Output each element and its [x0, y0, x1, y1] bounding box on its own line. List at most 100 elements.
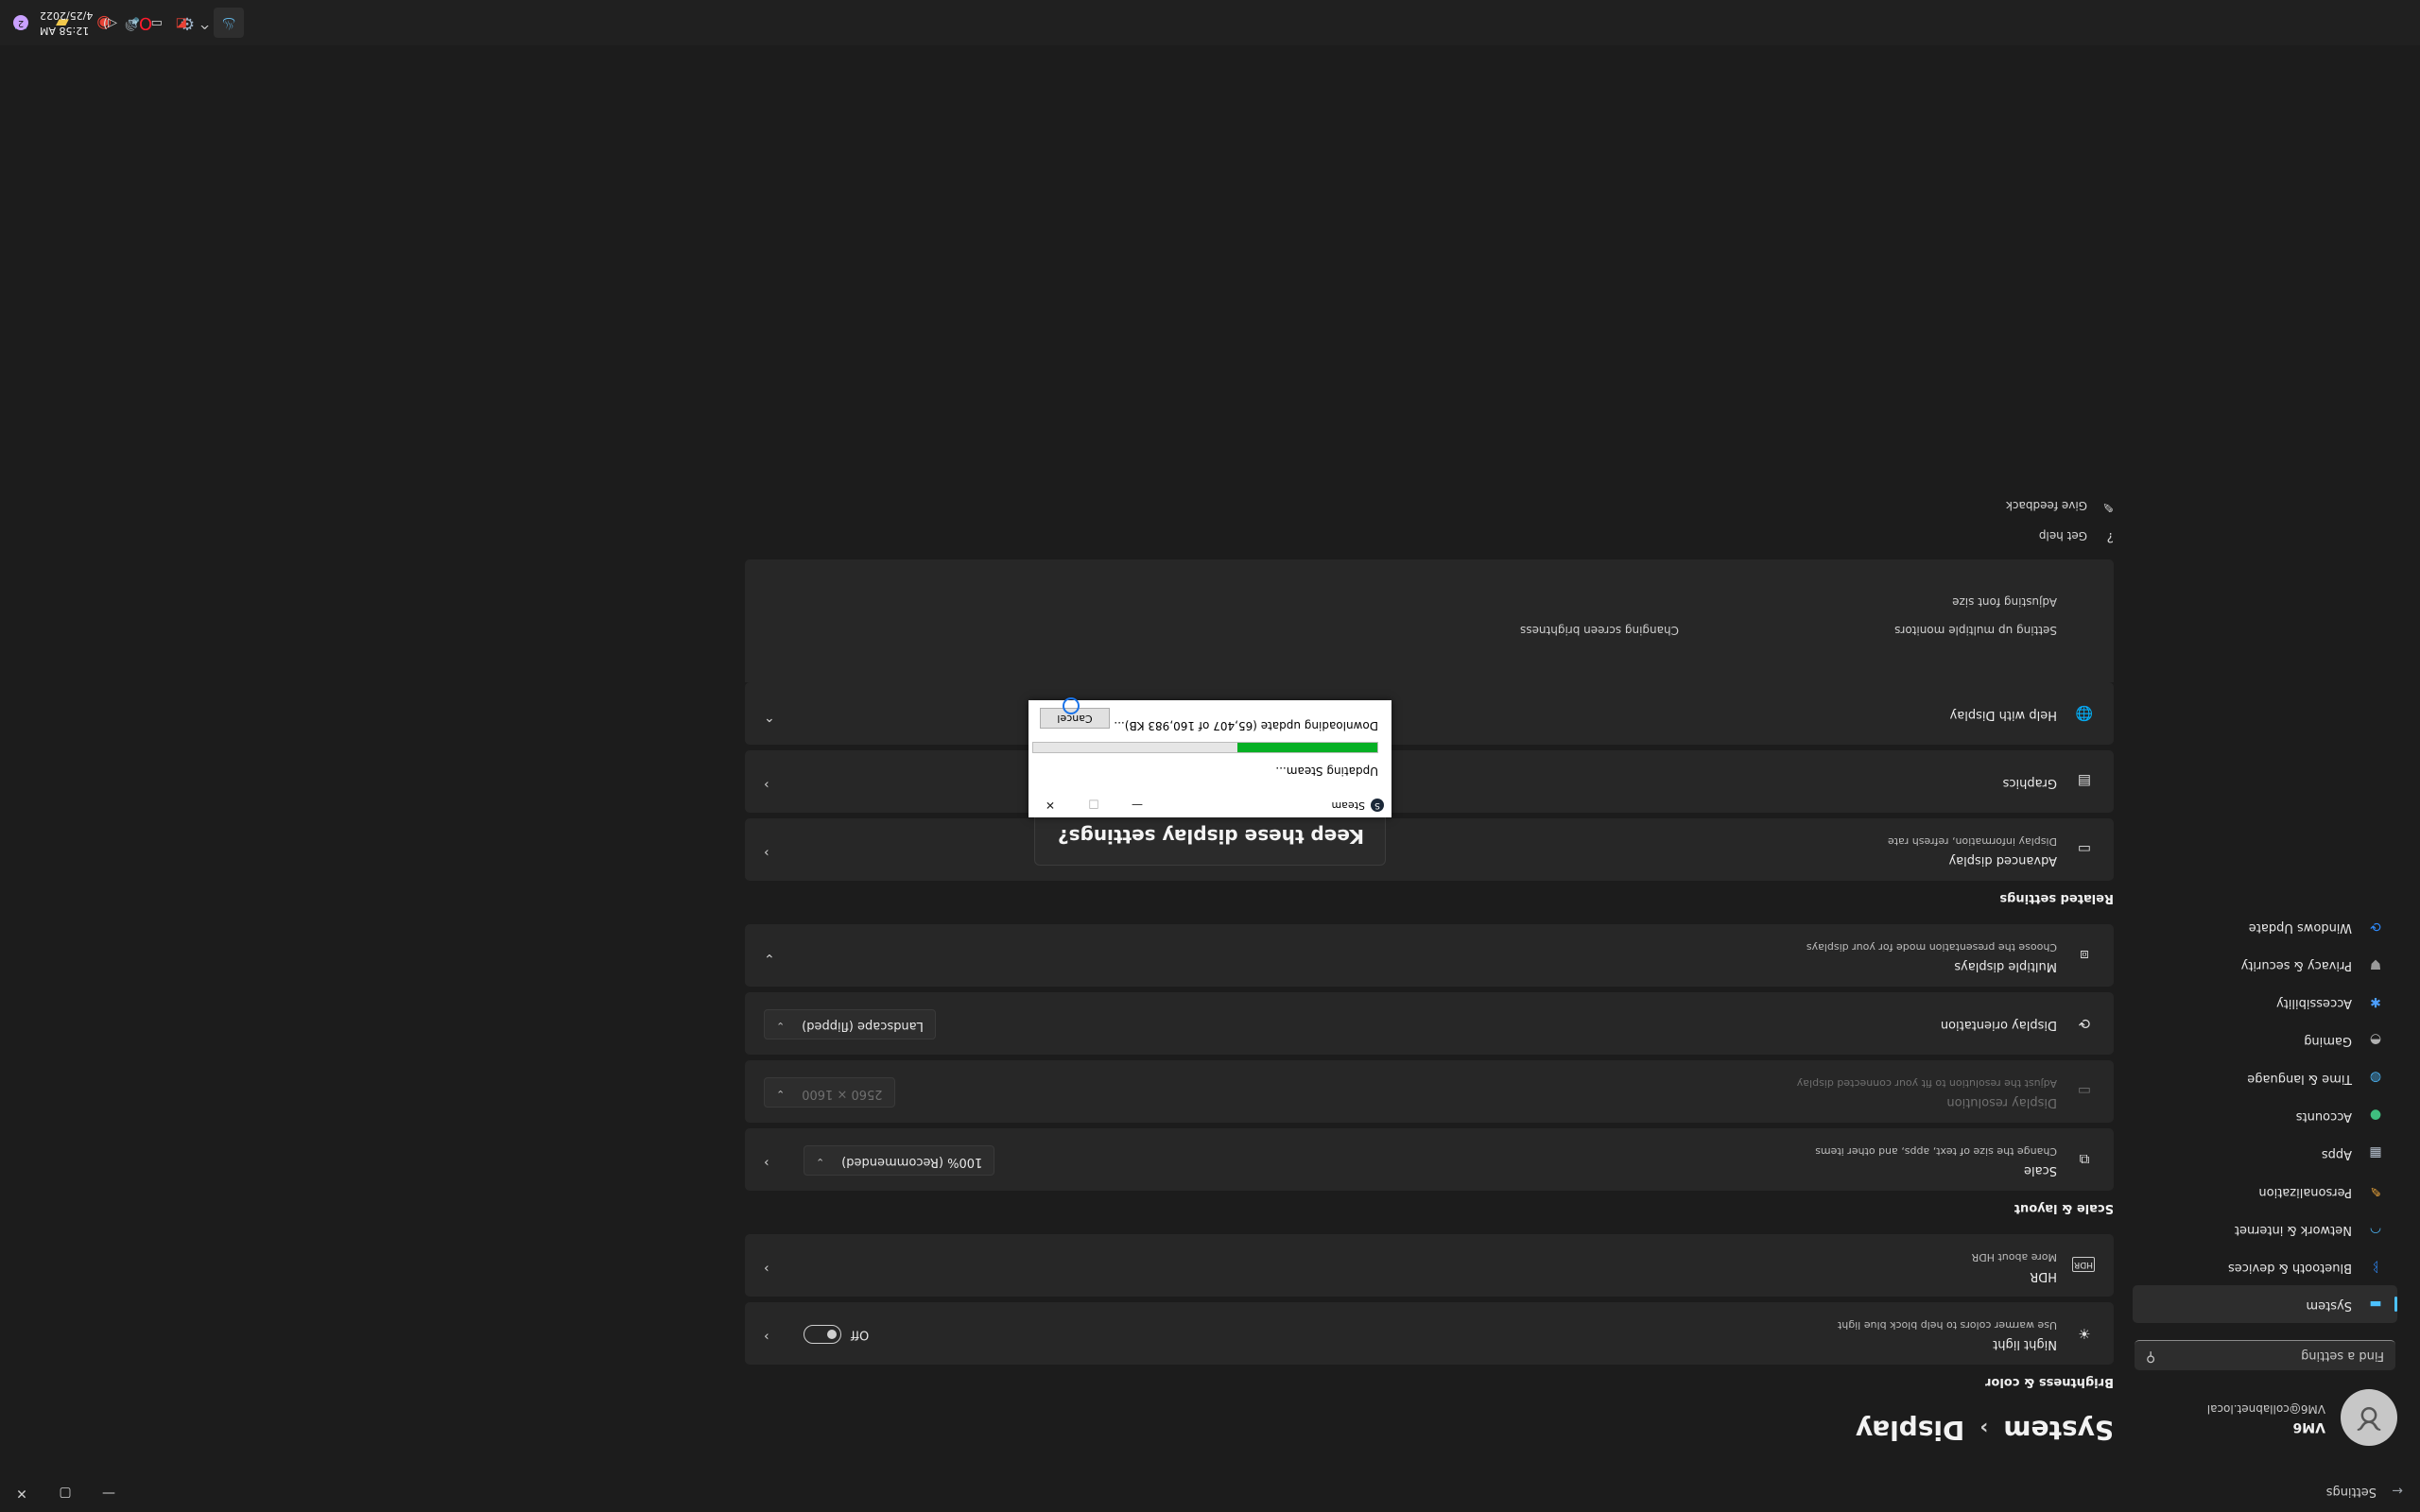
chevron-down-icon[interactable]: ⌄ — [764, 951, 775, 966]
chevron-right-icon[interactable]: › — [764, 777, 769, 792]
sidebar-item-label: Apps — [2321, 1147, 2352, 1161]
scale-row[interactable]: ⧉ Scale Change the size of text, apps, a… — [745, 1128, 2114, 1191]
clock-time: 12:58 AM — [40, 25, 90, 37]
chevron-down-icon: ⌄ — [816, 1156, 825, 1168]
maximize-button[interactable]: ▢ — [43, 1474, 87, 1512]
steam-update-window[interactable]: S Steam — □ ✕ Updating Steam... Download… — [1028, 700, 1392, 817]
hdr-subtitle[interactable]: More about HDR — [1972, 1251, 2057, 1263]
hdr-row[interactable]: HDR HDR More about HDR › — [745, 1234, 2114, 1297]
help-link-font-size[interactable]: Adjusting font size — [1952, 595, 2057, 609]
breadcrumb-system[interactable]: System — [2003, 1415, 2114, 1446]
orientation-value: Landscape (flipped) — [802, 1019, 924, 1033]
page-title: Display — [1855, 1415, 1965, 1446]
steam-icon: S — [1371, 799, 1384, 812]
accessibility-icon: ✱ — [2370, 994, 2381, 1009]
steam-close-button[interactable]: ✕ — [1028, 793, 1072, 817]
gamepad-icon: ◓ — [2369, 1032, 2382, 1047]
graphics-row[interactable]: ▤ Graphics › — [745, 750, 2114, 813]
sidebar-item-personalization[interactable]: ✎ Personalization — [2133, 1172, 2397, 1210]
settings-window: ← Settings — ▢ ✕ ♉ VM6 VM6@collabnet.loc… — [0, 45, 2420, 1512]
sidebar-item-accessibility[interactable]: ✱ Accessibility — [2133, 983, 2397, 1021]
account-icon: ● — [2369, 1108, 2382, 1123]
chevron-right-icon[interactable]: › — [764, 1155, 769, 1170]
help-link-brightness[interactable]: Changing screen brightness — [1520, 624, 1679, 637]
sidebar-item-label: Windows Update — [2248, 920, 2352, 935]
night-light-title: Night light — [1993, 1337, 2057, 1351]
scale-dropdown[interactable]: 100% (Recommended) ⌄ — [804, 1145, 995, 1176]
resolution-title: Display resolution — [1946, 1095, 2057, 1109]
settings-titlebar[interactable]: ← Settings — ▢ ✕ — [0, 1467, 2420, 1512]
give-feedback-link[interactable]: ✎ Give feedback — [745, 490, 2114, 520]
graphics-icon: ▤ — [2077, 773, 2092, 790]
multiple-displays-row[interactable]: ⧈ Multiple displays Choose the presentat… — [745, 924, 2114, 987]
sidebar-item-label: Network & internet — [2234, 1223, 2352, 1237]
hdr-icon: HDR — [2072, 1257, 2095, 1272]
orientation-row[interactable]: ⟳ Display orientation Landscape (flipped… — [745, 992, 2114, 1055]
sidebar-item-label: Time & language — [2247, 1072, 2352, 1086]
feedback-icon: ✎ — [2102, 499, 2114, 514]
orientation-dropdown[interactable]: Landscape (flipped) ⌄ — [764, 1009, 936, 1040]
hdr-title: HDR — [2030, 1269, 2057, 1283]
sidebar-item-apps[interactable]: ▦ Apps — [2133, 1134, 2397, 1172]
sidebar-item-time-language[interactable]: ◍ Time & language — [2133, 1058, 2397, 1096]
steam-progress-bar — [1032, 742, 1378, 753]
settings-nav: ▬ System ᛒ Bluetooth & devices ◠ Network & in… — [2133, 907, 2397, 1323]
sidebar-item-label: System — [2306, 1298, 2352, 1313]
window-title: Settings — [2325, 1485, 2377, 1499]
monitor-outline-icon: ▭ — [2077, 841, 2092, 858]
apps-icon: ▦ — [2369, 1145, 2382, 1160]
taskbar-clock[interactable]: 12:58 AM 4/25/2022 — [40, 8, 98, 38]
scale-icon: ⧉ — [2079, 1151, 2090, 1168]
back-arrow-icon[interactable]: ← — [2390, 1483, 2403, 1498]
notification-badge[interactable]: 2 — [13, 15, 28, 30]
bluetooth-icon: ᛒ — [2371, 1259, 2380, 1274]
get-help-link[interactable]: ? Get help — [745, 520, 2114, 550]
tray-app-icon[interactable]: ◩ — [176, 16, 187, 30]
wifi-icon: ◠ — [2369, 1221, 2382, 1236]
sun-icon: ☀ — [2078, 1325, 2091, 1342]
chevron-up-icon[interactable]: ⌃ — [764, 709, 775, 724]
busy-cursor-icon — [1063, 697, 1080, 714]
clock-date: 4/25/2022 — [40, 9, 94, 22]
network-icon[interactable]: ▭ — [151, 16, 163, 30]
sidebar-item-network-internet[interactable]: ◠ Network & internet — [2133, 1210, 2397, 1247]
minimize-button[interactable]: — — [87, 1474, 130, 1512]
night-light-state: Off — [851, 1327, 870, 1342]
globe-icon: 🌐 — [2075, 705, 2094, 722]
settings-search[interactable]: Find a setting ⚲ — [2135, 1340, 2395, 1370]
search-input[interactable]: Find a setting — [2301, 1349, 2384, 1363]
sidebar-item-label: Bluetooth & devices — [2228, 1261, 2352, 1275]
help-with-display-row[interactable]: 🌐 Help with Display ⌃ — [745, 682, 2114, 745]
sidebar-item-windows-update[interactable]: ⟳ Windows Update — [2133, 907, 2397, 945]
shield-icon: ⛊ — [2370, 956, 2381, 971]
steam-detail: Downloading update (65,407 of 160,983 KB… — [1114, 719, 1378, 732]
close-button[interactable]: ✕ — [0, 1474, 43, 1512]
advanced-display-row[interactable]: ▭ Advanced display Display information, … — [745, 818, 2114, 881]
sidebar-item-accounts[interactable]: ● Accounts — [2133, 1096, 2397, 1134]
help-links: Setting up multiple monitors Changing sc… — [745, 559, 2114, 682]
resolution-dropdown: 2560 × 1600 ⌄ — [764, 1077, 895, 1108]
chevron-right-icon[interactable]: › — [764, 1261, 769, 1276]
tray-overflow-chevron-icon[interactable]: ^ — [199, 16, 210, 30]
scale-value: 100% (Recommended) — [841, 1155, 983, 1169]
sidebar-item-bluetooth-devices[interactable]: ᛒ Bluetooth & devices — [2133, 1247, 2397, 1285]
taskbar-steam-icon[interactable]: ♨ — [214, 8, 244, 38]
display-settings: Brightness & color ☀ Night light Use war… — [745, 490, 2114, 1399]
chevron-right-icon[interactable]: › — [764, 845, 769, 860]
sidebar-item-system[interactable]: ▬ System — [2133, 1285, 2397, 1323]
night-light-toggle[interactable]: Off — [804, 1325, 869, 1344]
resolution-value: 2560 × 1600 — [802, 1087, 883, 1101]
breadcrumb-separator-icon: › — [1979, 1416, 1989, 1439]
sidebar-item-gaming[interactable]: ◓ Gaming — [2133, 1021, 2397, 1058]
night-light-row[interactable]: ☀ Night light Use warmer colors to help … — [745, 1302, 2114, 1365]
sound-icon[interactable]: ◁) — [103, 16, 117, 30]
steam-minimize-button[interactable]: — — [1115, 793, 1159, 817]
toggle-switch[interactable] — [804, 1325, 841, 1344]
help-link-multiple-monitors[interactable]: Setting up multiple monitors — [1894, 624, 2057, 637]
sidebar-item-privacy-security[interactable]: ⛊ Privacy & security — [2133, 945, 2397, 983]
toggle-knob — [827, 1330, 837, 1339]
multiple-displays-subtitle: Choose the presentation mode for your di… — [1806, 941, 2057, 954]
chevron-right-icon[interactable]: › — [764, 1329, 769, 1344]
multi-display-icon: ⧈ — [2080, 947, 2089, 964]
volume-icon[interactable]: 🔊 — [125, 16, 140, 30]
